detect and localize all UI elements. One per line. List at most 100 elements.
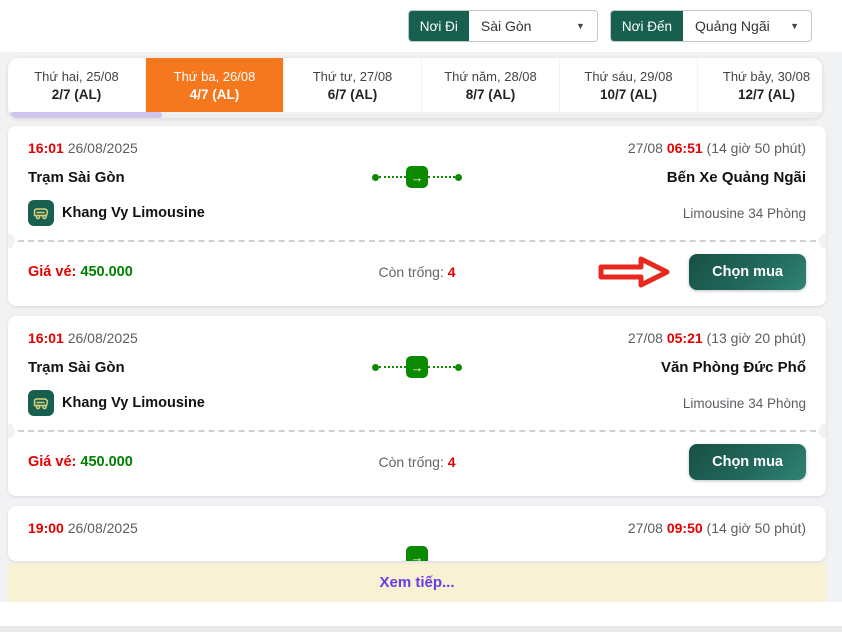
date-tab-bar: Thứ hai, 25/08 2/7 (AL) Thứ ba, 26/08 4/…	[8, 58, 822, 118]
route-dotted-line	[379, 176, 406, 178]
depart-time: 16:01	[28, 140, 64, 156]
destination-select[interactable]: Nơi Đến Quảng Ngãi ▼	[609, 10, 812, 42]
route-arrow-icon: →	[406, 166, 428, 188]
destination-selected-text: Quảng Ngãi	[695, 18, 770, 34]
to-station: Văn Phòng Đức Phổ	[660, 358, 806, 376]
tab-day-label: Thứ hai, 25/08	[34, 68, 119, 84]
arrive-date: 27/08	[627, 140, 663, 156]
route-end-dot	[455, 363, 462, 371]
tab-lunar-label: 10/7 (AL)	[599, 86, 657, 102]
tabs-scrollbar-track[interactable]	[8, 112, 822, 118]
route-start-dot	[372, 173, 379, 181]
date-tab-tue-active[interactable]: Thứ ba, 26/08 4/7 (AL)	[146, 58, 284, 112]
depart-time: 19:00	[28, 520, 64, 536]
chevron-down-icon: ▼	[790, 21, 799, 31]
to-station: Bến Xe Quảng Ngãi	[666, 168, 806, 186]
from-station: Trạm Sài Gòn	[28, 168, 125, 186]
annotation-arrow	[598, 256, 670, 288]
trip-duration: (14 giờ 50 phút)	[706, 140, 806, 156]
ticket-divider	[8, 233, 826, 249]
page-bottom-strip	[0, 626, 842, 632]
depart-date: 26/08/2025	[67, 140, 138, 156]
seats-available: Còn trống: 4	[378, 454, 455, 470]
trip-card[interactable]: 16:01 26/08/2025 27/08 05:21 (13 giờ 20 …	[8, 316, 826, 496]
origin-selected-text: Sài Gòn	[480, 18, 532, 34]
fare-value: 450.000	[80, 264, 133, 280]
arrive-datetime: 27/08 06:51 (14 giờ 50 phút)	[628, 140, 806, 156]
operator-name: Khang Vy Limousine	[62, 395, 205, 411]
tab-day-label: Thứ sáu, 29/08	[584, 68, 673, 84]
tab-lunar-label: 8/7 (AL)	[465, 86, 516, 102]
destination-label: Nơi Đến	[610, 11, 683, 41]
tab-lunar-label: 6/7 (AL)	[327, 86, 378, 102]
search-header: Nơi Đi Sài Gòn ▼ Nơi Đến Quảng Ngãi ▼	[0, 0, 842, 52]
trip-duration: (13 giờ 20 phút)	[706, 330, 806, 346]
route-indicator: →	[372, 166, 462, 188]
tab-lunar-label: 12/7 (AL)	[737, 86, 795, 102]
date-tab-sat[interactable]: Thứ bảy, 30/08 12/7 (AL)	[698, 58, 822, 112]
arrive-time: 05:21	[666, 330, 703, 346]
trip-duration: (14 giờ 50 phút)	[706, 520, 806, 536]
seats-count: 4	[447, 264, 456, 280]
depart-datetime: 16:01 26/08/2025	[28, 140, 138, 156]
seats-count: 4	[447, 454, 456, 470]
route-dotted-line	[379, 366, 406, 368]
arrive-time: 06:51	[666, 140, 703, 156]
operator-bus-icon	[28, 390, 54, 416]
tab-day-label: Thứ năm, 28/08	[444, 68, 537, 84]
seats-label: Còn trống:	[378, 454, 444, 470]
fare: Giá vé: 450.000	[28, 264, 378, 280]
arrive-date: 27/08	[627, 330, 663, 346]
fare-label: Giá vé:	[28, 264, 77, 280]
route-arrow-icon: →	[406, 546, 428, 561]
arrive-datetime: 27/08 09:50 (14 giờ 50 phút)	[628, 520, 806, 536]
tab-day-label: Thứ bảy, 30/08	[722, 68, 811, 84]
trip-card[interactable]: 16:01 26/08/2025 27/08 06:51 (14 giờ 50 …	[8, 126, 826, 306]
fare-label: Giá vé:	[28, 454, 77, 470]
depart-datetime: 16:01 26/08/2025	[28, 330, 138, 346]
date-tab-fri[interactable]: Thứ sáu, 29/08 10/7 (AL)	[560, 58, 698, 112]
depart-date: 26/08/2025	[67, 520, 138, 536]
destination-value[interactable]: Quảng Ngãi ▼	[683, 11, 811, 41]
buy-button[interactable]: Chọn mua	[689, 444, 806, 480]
vehicle-type: Limousine 34 Phòng	[682, 205, 806, 221]
operator-name: Khang Vy Limousine	[62, 205, 205, 221]
load-more-bar[interactable]: Xem tiếp...	[8, 563, 826, 602]
fare: Giá vé: 450.000	[28, 454, 378, 470]
depart-date: 26/08/2025	[67, 330, 138, 346]
tab-day-label: Thứ ba, 26/08	[173, 68, 256, 84]
depart-datetime: 19:00 26/08/2025	[28, 520, 138, 536]
date-tab-mon[interactable]: Thứ hai, 25/08 2/7 (AL)	[8, 58, 146, 112]
route-dotted-line	[428, 366, 455, 368]
origin-value[interactable]: Sài Gòn ▼	[469, 11, 597, 41]
seats-available: Còn trống: 4	[378, 264, 455, 280]
route-indicator: →	[372, 356, 462, 378]
route-dotted-line	[428, 176, 455, 178]
origin-select[interactable]: Nơi Đi Sài Gòn ▼	[407, 10, 598, 42]
vehicle-type: Limousine 34 Phòng	[682, 395, 806, 411]
content-area: Thứ hai, 25/08 2/7 (AL) Thứ ba, 26/08 4/…	[0, 52, 842, 602]
trip-card[interactable]: 19:00 26/08/2025 27/08 09:50 (14 giờ 50 …	[8, 506, 826, 561]
tab-day-label: Thứ tư, 27/08	[312, 68, 393, 84]
route-arrow-icon: →	[406, 356, 428, 378]
date-tab-wed[interactable]: Thứ tư, 27/08 6/7 (AL)	[284, 58, 422, 112]
buy-button[interactable]: Chọn mua	[689, 254, 806, 290]
chevron-down-icon: ▼	[575, 21, 585, 31]
page-bottom-spacer	[0, 602, 842, 626]
arrive-date: 27/08	[627, 520, 663, 536]
route-end-dot	[455, 173, 462, 181]
depart-time: 16:01	[28, 330, 64, 346]
from-station: Trạm Sài Gòn	[28, 358, 125, 376]
date-tab-thu[interactable]: Thứ năm, 28/08 8/7 (AL)	[422, 58, 560, 112]
operator-bus-icon	[28, 200, 54, 226]
load-more-label: Xem tiếp...	[379, 574, 455, 591]
fare-value: 450.000	[80, 454, 133, 470]
origin-label: Nơi Đi	[408, 11, 469, 41]
arrive-datetime: 27/08 05:21 (13 giờ 20 phút)	[628, 330, 806, 346]
tabs-scrollbar-thumb[interactable]	[10, 112, 162, 118]
ticket-divider	[8, 423, 826, 439]
arrive-time: 09:50	[666, 520, 703, 536]
seats-label: Còn trống:	[378, 264, 444, 280]
tab-lunar-label: 2/7 (AL)	[51, 86, 102, 102]
tab-lunar-label: 4/7 (AL)	[189, 86, 240, 102]
